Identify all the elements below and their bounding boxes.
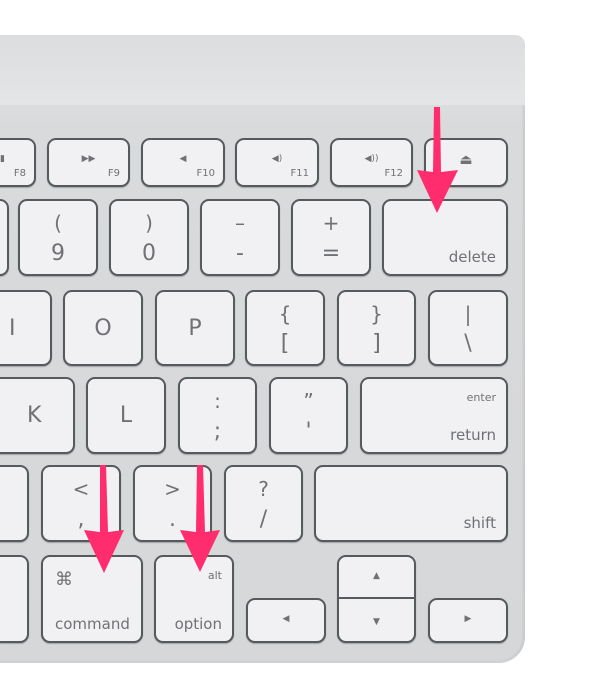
arrow-to-command-icon — [84, 465, 124, 573]
annotation-arrows — [84, 107, 458, 573]
arrow-to-option-icon — [180, 465, 220, 572]
arrow-to-delete-icon — [417, 107, 458, 213]
